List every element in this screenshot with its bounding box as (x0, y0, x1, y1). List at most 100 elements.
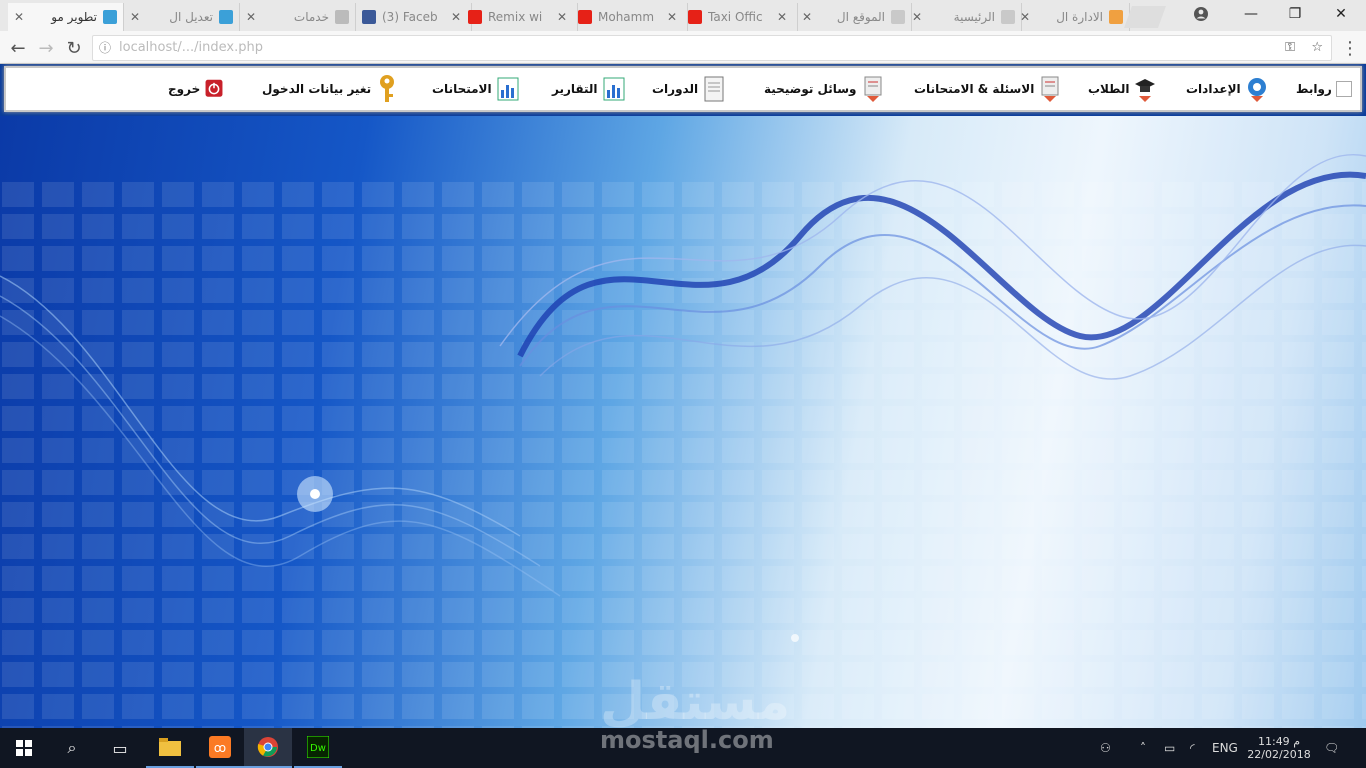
menu-label: الطلاب (1088, 82, 1130, 96)
menu-item-links[interactable]: روابط (1296, 68, 1352, 110)
hero-background (0, 116, 1366, 728)
menu-item-settings[interactable]: الإعدادات (1186, 68, 1269, 110)
document-dropdown-icon (1041, 76, 1059, 102)
power-icon (205, 79, 223, 97)
wifi-icon[interactable]: ◜ (1190, 728, 1195, 768)
menu-item-change-login[interactable]: تغير بيانات الدخول (262, 68, 399, 110)
browser-tab-5[interactable]: Remix wi ✕ (462, 3, 578, 31)
restore-button[interactable]: ❐ (1272, 0, 1318, 28)
clock[interactable]: 11:49 م 22/02/2018 (1247, 728, 1311, 768)
tab-close-icon[interactable]: ✕ (451, 10, 461, 24)
task-view-icon[interactable]: ▭ (96, 728, 144, 768)
watermark-latin: mostaql.com (600, 726, 774, 754)
wave-graphic (0, 153, 1366, 728)
tab-favicon-icon (219, 10, 233, 24)
clock-date: 22/02/2018 (1247, 748, 1311, 761)
menu-label: وسائل توضيحية (764, 82, 857, 96)
reload-icon[interactable]: ↻ (62, 36, 86, 60)
notification-icon[interactable]: 🗨 (1324, 728, 1339, 768)
broken-image-icon (1335, 81, 1352, 97)
key-icon (380, 75, 395, 102)
close-window-button[interactable]: ✕ (1318, 0, 1364, 28)
tab-title: (3) Faceb (382, 10, 438, 24)
tab-close-icon[interactable]: ✕ (802, 10, 812, 24)
browser-tab-7[interactable]: Taxi Offic ✕ (682, 3, 798, 31)
tab-title: Mohamm (598, 10, 655, 24)
document-icon (704, 76, 724, 102)
search-icon[interactable]: ⌕ (48, 728, 96, 768)
menu-kebab-icon[interactable]: ⋮ (1338, 36, 1362, 60)
battery-icon[interactable]: ▭ (1164, 728, 1175, 768)
info-icon[interactable]: ⓘ (99, 36, 111, 60)
browser-tab-10[interactable]: الادارة ال ✕ (1014, 3, 1130, 31)
menu-item-logout[interactable]: خروج (168, 68, 224, 110)
grid-page-icon (891, 10, 905, 24)
tab-close-icon[interactable]: ✕ (130, 10, 140, 24)
youtube-icon (468, 10, 482, 24)
windows-start-icon[interactable] (0, 728, 48, 768)
key-icon[interactable]: ⚿ (1285, 36, 1295, 60)
menu-label: الإعدادات (1186, 82, 1241, 96)
tab-close-icon[interactable]: ✕ (1020, 10, 1030, 24)
tab-favicon-icon (103, 10, 117, 24)
menu-item-students[interactable]: الطلاب (1088, 68, 1157, 110)
browser-tab-strip: تطوير مو ✕ تعديل ال ✕ خدمات ✕ (3) Faceb … (0, 0, 1366, 31)
tab-title: الادارة ال (1056, 10, 1103, 24)
menu-item-reports[interactable]: التقارير (552, 68, 626, 110)
menu-item-exams[interactable]: الامتحانات (432, 68, 520, 110)
profile-icon[interactable] (1178, 0, 1224, 28)
language-indicator[interactable]: ENG (1212, 728, 1238, 768)
dreamweaver-icon[interactable]: Dw (294, 728, 342, 768)
tab-close-icon[interactable]: ✕ (777, 10, 787, 24)
star-bookmark-icon[interactable]: ☆ (1311, 36, 1323, 60)
tab-title: الموقع ال (836, 10, 885, 24)
new-tab-button[interactable] (1123, 6, 1167, 28)
youtube-icon (578, 10, 592, 24)
report-chart-icon (603, 77, 625, 101)
menu-label: التقارير (552, 82, 598, 96)
grid-page-icon (1001, 10, 1015, 24)
clock-time: 11:49 م (1257, 735, 1300, 748)
browser-tab-2[interactable]: تعديل ال ✕ (124, 3, 240, 31)
tab-close-icon[interactable]: ✕ (14, 10, 24, 24)
menu-label: الامتحانات (432, 82, 492, 96)
browser-tab-9[interactable]: الرئيسية ✕ (906, 3, 1022, 31)
settings-gear-icon (1247, 78, 1266, 102)
browser-tab-4[interactable]: (3) Faceb ✕ (356, 3, 472, 31)
youtube-icon (688, 10, 702, 24)
url-text: localhost/.../index.php (119, 40, 263, 55)
file-explorer-icon[interactable] (146, 728, 194, 768)
menu-item-questions-exams[interactable]: الاسئلة & الامتحانات (914, 68, 1062, 110)
tab-title: تعديل ال (169, 10, 213, 24)
browser-tab-3[interactable]: خدمات ✕ (240, 3, 356, 31)
menu-item-courses[interactable]: الدورات (652, 68, 726, 110)
tab-favicon-icon (1109, 10, 1123, 24)
tab-close-icon[interactable]: ✕ (246, 10, 256, 24)
tab-favicon-icon (335, 10, 349, 24)
browser-tab-8[interactable]: الموقع ال ✕ (796, 3, 912, 31)
back-arrow-icon[interactable]: ← (6, 36, 30, 60)
people-icon[interactable]: ⚇ (1100, 728, 1111, 768)
svg-text:Dw: Dw (310, 743, 326, 754)
xampp-icon[interactable]: ꝏ (196, 728, 244, 768)
tab-close-icon[interactable]: ✕ (557, 10, 567, 24)
minimize-button[interactable]: — (1228, 0, 1274, 28)
menu-label: الدورات (652, 82, 699, 96)
chevron-up-icon[interactable]: ˄ (1140, 728, 1146, 768)
browser-tab-1[interactable]: تطوير مو ✕ (8, 3, 124, 31)
tab-close-icon[interactable]: ✕ (667, 10, 677, 24)
graduate-cap-icon (1135, 79, 1156, 102)
tab-title: خدمات (293, 10, 329, 24)
document-dropdown-icon (864, 76, 882, 102)
app-menu-bar: روابط الإعدادات الطلاب الاسئلة & الامتحا… (4, 66, 1362, 112)
browser-tab-6[interactable]: Mohamm ✕ (572, 3, 688, 31)
browser-toolbar: ← → ↻ ⓘ localhost/.../index.php ⚿ ☆ ⋮ (0, 31, 1366, 64)
chrome-icon[interactable] (244, 728, 292, 768)
menu-label: روابط (1296, 82, 1332, 96)
tab-close-icon[interactable]: ✕ (912, 10, 922, 24)
forward-arrow-icon[interactable]: → (34, 36, 58, 60)
menu-label: خروج (168, 82, 201, 96)
report-chart-icon (497, 77, 519, 101)
address-input[interactable]: ⓘ localhost/.../index.php ⚿ ☆ (92, 35, 1332, 61)
menu-item-teaching-aids[interactable]: وسائل توضيحية (764, 68, 885, 110)
